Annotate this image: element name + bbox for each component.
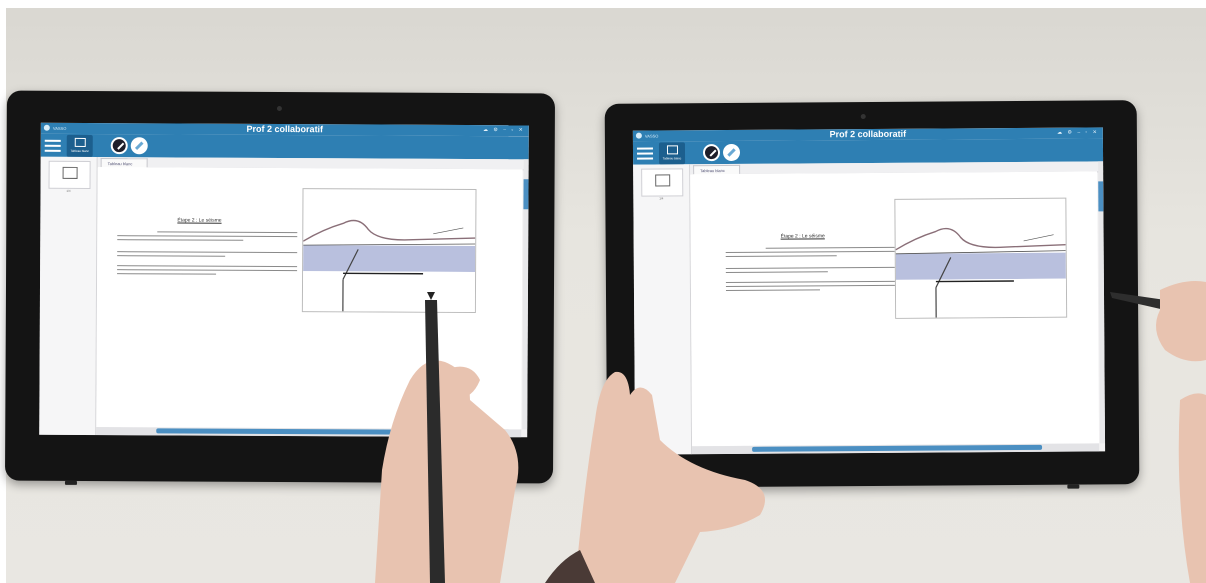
left-hand [375, 360, 519, 583]
right-forearm [1178, 393, 1206, 583]
left-stylus-tip [427, 292, 435, 300]
right-hand [1156, 281, 1206, 362]
hands-overlay [375, 281, 1206, 583]
center-hand [575, 371, 765, 583]
